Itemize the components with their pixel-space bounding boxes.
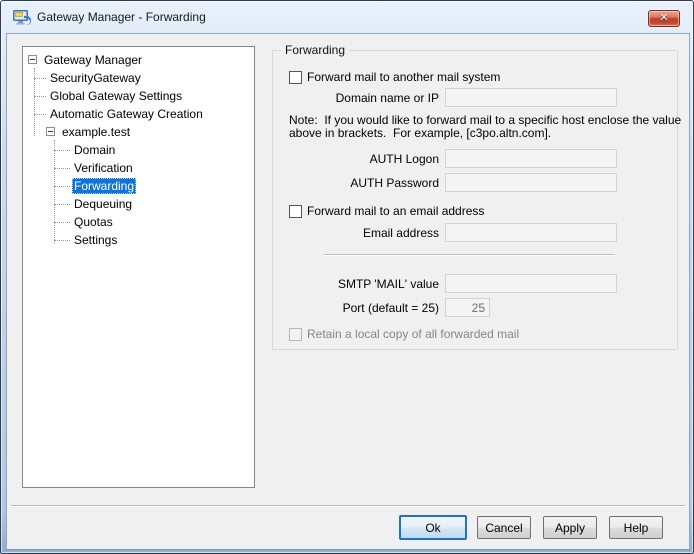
minus-glyph [48, 131, 53, 132]
tree-item-label[interactable]: Gateway Manager [42, 52, 144, 68]
tree-rows: Gateway Manager SecurityGateway Global Gat… [23, 51, 254, 249]
tree-item-global-gateway-settings[interactable]: Global Gateway Settings [23, 87, 254, 105]
tree-item-quotas[interactable]: Quotas [23, 213, 254, 231]
tree-item-example-test[interactable]: example.test [23, 123, 254, 141]
tree-item-domain[interactable]: Domain [23, 141, 254, 159]
tree-collapse-icon[interactable] [28, 55, 37, 64]
tree-connector-stub [54, 240, 70, 241]
tree-item-label[interactable]: Forwarding [72, 178, 136, 194]
tree-connector-stub [54, 222, 70, 223]
gateway-manager-dialog: Gateway Manager - Forwarding ✕ Gateway M… [0, 0, 694, 554]
auth-logon-input[interactable] [445, 149, 617, 168]
port-label: Port (default = 25) [279, 301, 439, 315]
tree-view[interactable]: Gateway Manager SecurityGateway Global Gat… [22, 46, 255, 488]
tree-item-label[interactable]: SecurityGateway [48, 70, 143, 86]
group-title: Forwarding [281, 43, 349, 57]
smtp-mail-value-label: SMTP 'MAIL' value [279, 277, 439, 291]
auth-password-input[interactable] [445, 173, 617, 192]
dialog-client-area: Gateway Manager SecurityGateway Global Gat… [6, 33, 690, 550]
domain-name-input[interactable] [445, 88, 617, 107]
tree-item-securitygateway[interactable]: SecurityGateway [23, 69, 254, 87]
auth-logon-label: AUTH Logon [279, 152, 439, 166]
domain-name-label: Domain name or IP [279, 91, 439, 105]
window-title: Gateway Manager - Forwarding [37, 10, 206, 24]
tree-item-forwarding[interactable]: Forwarding [23, 177, 254, 195]
smtp-mail-value-input[interactable] [445, 274, 617, 293]
title-bar[interactable]: Gateway Manager - Forwarding ✕ [1, 1, 693, 33]
tree-item-label[interactable]: Quotas [72, 214, 115, 230]
tree-item-label[interactable]: Verification [72, 160, 135, 176]
tree-item-label[interactable]: Global Gateway Settings [48, 88, 184, 104]
auth-password-label: AUTH Password [279, 176, 439, 190]
tree-item-label[interactable]: Dequeuing [72, 196, 134, 212]
tree-item-verification[interactable]: Verification [23, 159, 254, 177]
tree-connector-stub [54, 168, 70, 169]
email-address-label: Email address [279, 226, 439, 240]
help-button[interactable]: Help [609, 516, 663, 539]
email-address-input[interactable] [445, 223, 617, 242]
forward-email-checkbox-label[interactable]: Forward mail to an email address [307, 204, 484, 218]
tree-item-settings[interactable]: Settings [23, 231, 254, 249]
tree-item-gateway-manager[interactable]: Gateway Manager [23, 51, 254, 69]
close-button[interactable]: ✕ [648, 10, 680, 27]
button-row-separator [11, 505, 685, 507]
forward-email-checkbox[interactable] [289, 205, 302, 218]
tree-connector-stub [54, 150, 70, 151]
forward-note-line2: above in brackets. For example, [c3po.al… [289, 127, 551, 140]
tree-item-label[interactable]: Automatic Gateway Creation [48, 106, 205, 122]
tree-connector-stub [34, 114, 46, 115]
group-separator [324, 254, 615, 256]
close-icon: ✕ [659, 12, 668, 24]
tree-connector-stub [34, 78, 46, 79]
forward-system-checkbox[interactable] [289, 71, 302, 84]
minus-glyph [30, 59, 35, 60]
tree-collapse-icon[interactable] [46, 127, 55, 136]
tree-item-label[interactable]: Settings [72, 232, 119, 248]
apply-button[interactable]: Apply [543, 516, 597, 539]
tree-item-automatic-gateway-creation[interactable]: Automatic Gateway Creation [23, 105, 254, 123]
port-input[interactable] [445, 298, 490, 317]
cancel-button[interactable]: Cancel [477, 516, 531, 539]
tree-connector-stub [34, 96, 46, 97]
forward-system-checkbox-label[interactable]: Forward mail to another mail system [307, 70, 500, 84]
gateway-manager-icon [13, 9, 32, 26]
tree-connector-stub [54, 204, 70, 205]
ok-button[interactable]: Ok [399, 515, 467, 540]
tree-connector-stub [54, 186, 70, 187]
retain-copy-checkbox [289, 328, 302, 341]
tree-item-label[interactable]: Domain [72, 142, 117, 158]
tree-item-dequeuing[interactable]: Dequeuing [23, 195, 254, 213]
tree-item-label[interactable]: example.test [60, 124, 132, 140]
retain-copy-checkbox-label: Retain a local copy of all forwarded mai… [307, 327, 519, 341]
